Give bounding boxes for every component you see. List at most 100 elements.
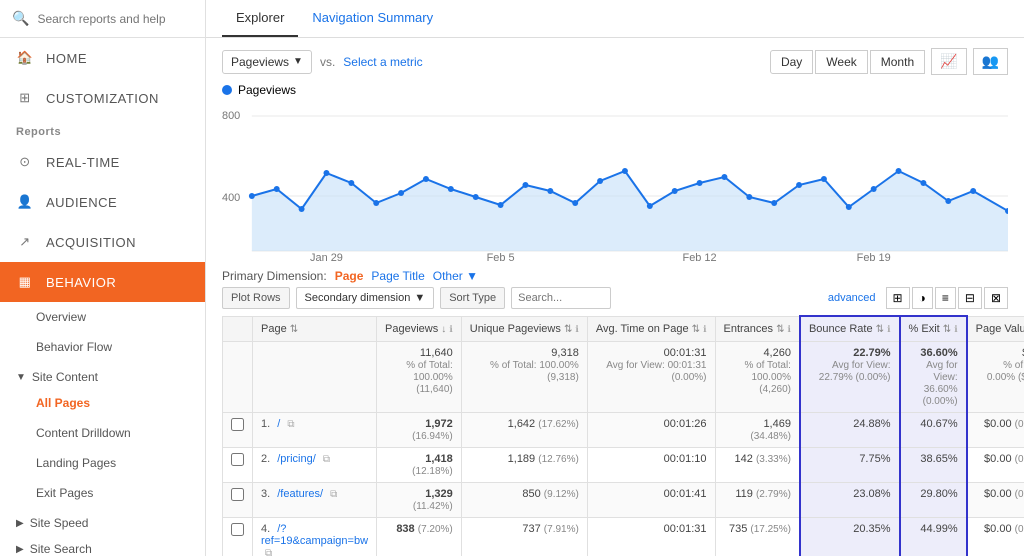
sitespeed-label: Site Speed — [30, 516, 89, 530]
sidebar-sub-sitecontent[interactable]: ▼ Site Content — [0, 362, 205, 388]
sidebar-sub-allpages[interactable]: All Pages — [0, 388, 205, 418]
totals-entrances: 4,260 — [763, 347, 791, 359]
dim-page[interactable]: Page — [335, 269, 364, 283]
th-checkbox — [223, 316, 253, 342]
select-metric-link[interactable]: Select a metric — [343, 55, 422, 69]
legend-dot — [222, 85, 232, 95]
sidebar-sub-behaviorflow[interactable]: Behavior Flow — [0, 332, 205, 362]
pie-view-btn[interactable]: ◑ — [912, 287, 933, 309]
svg-text:Feb 5: Feb 5 — [487, 252, 515, 261]
content-area: Pageviews ▼ vs. Select a metric Day Week… — [206, 38, 1024, 556]
page-link[interactable]: /?ref=19&campaign=bw — [261, 523, 368, 547]
th-page[interactable]: Page ⇅ — [253, 316, 377, 342]
info-icon: ℹ — [788, 324, 791, 334]
copy-icon[interactable]: ⧉ — [287, 419, 294, 430]
tab-explorer[interactable]: Explorer — [222, 0, 298, 37]
sidebar-item-realtime[interactable]: ⊙ REAL-TIME — [0, 142, 205, 182]
sidebar-sub-landingpages[interactable]: Landing Pages — [0, 448, 205, 478]
row-checkbox[interactable] — [231, 523, 244, 536]
copy-icon[interactable]: ⧉ — [330, 489, 337, 500]
th-pageviews[interactable]: Pageviews ↓ ℹ — [377, 316, 462, 342]
page-link[interactable]: / — [277, 418, 280, 430]
row-checkbox[interactable] — [231, 488, 244, 501]
sidebar-item-behavior[interactable]: ▦ BEHAVIOR — [0, 262, 205, 302]
list-view-btn[interactable]: ≡ — [935, 287, 956, 309]
row-bouncerate: 23.08% — [800, 483, 900, 518]
page-link[interactable]: /pricing/ — [277, 453, 316, 465]
sidebar-item-label: BEHAVIOR — [46, 275, 116, 290]
plot-rows-btn[interactable]: Plot Rows — [222, 287, 290, 309]
chart-controls: Pageviews ▼ vs. Select a metric Day Week… — [222, 48, 1008, 75]
copy-icon[interactable]: ⧉ — [265, 548, 272, 556]
line-chart-icon-btn[interactable]: 📈 — [931, 48, 966, 75]
svg-text:Feb 12: Feb 12 — [683, 252, 717, 261]
totals-pagevalue-sub: % of Total: 0.00% ($0.00) — [987, 360, 1024, 383]
dim-pagetitle[interactable]: Page Title — [371, 269, 424, 283]
advanced-link[interactable]: advanced — [828, 292, 876, 304]
search-bar[interactable]: 🔍 — [0, 0, 205, 38]
th-avgtime[interactable]: Avg. Time on Page ⇅ ℹ — [587, 316, 715, 342]
row-checkbox[interactable] — [231, 418, 244, 431]
copy-icon[interactable]: ⧉ — [323, 454, 330, 465]
totals-pageviews-sub: % of Total: 100.00% (11,640) — [406, 360, 453, 395]
sidebar-item-home[interactable]: 🏠 HOME — [0, 38, 205, 78]
period-btn-week[interactable]: Week — [815, 50, 867, 74]
caret-icon: ▼ — [16, 372, 26, 383]
secondary-dim-btn[interactable]: Secondary dimension ▼ — [296, 287, 435, 309]
row-num: 1. — [261, 418, 270, 430]
row-pageviews: 1,972 (16.94%) — [377, 413, 462, 448]
audience-icon: 👤 — [16, 194, 34, 210]
row-exit: 38.65% — [900, 448, 967, 483]
sidebar-sub-contentdrilldown[interactable]: Content Drilldown — [0, 418, 205, 448]
page-link[interactable]: /features/ — [277, 488, 323, 500]
sort-type-btn[interactable]: Sort Type — [440, 287, 505, 309]
info-icon: ℹ — [954, 324, 957, 334]
totals-exit-sub: Avg for View: 36.60% (0.00%) — [923, 360, 958, 407]
row-pageviews: 1,418 (12.18%) — [377, 448, 462, 483]
search-input[interactable] — [37, 12, 193, 26]
caret-icon: ▶ — [16, 544, 24, 555]
sidebar-sub-exitpages[interactable]: Exit Pages — [0, 478, 205, 508]
sidebar-sub-sitesearch[interactable]: ▶ Site Search — [0, 534, 205, 560]
sidebar-item-label: ACQUISITION — [46, 235, 136, 250]
sort-icon: ⇅ — [692, 324, 700, 335]
sidebar-sub-sitespeed[interactable]: ▶ Site Speed — [0, 508, 205, 534]
row-page-cell: 1. / ⧉ — [253, 413, 377, 448]
row-entrances: 735 (17.25%) — [715, 518, 800, 557]
table-search-input[interactable] — [511, 287, 611, 309]
th-entrances[interactable]: Entrances ⇅ ℹ — [715, 316, 800, 342]
sidebar-item-audience[interactable]: 👤 AUDIENCE — [0, 182, 205, 222]
info-icon: ℹ — [449, 324, 452, 334]
compare-view-btn[interactable]: ⊟ — [958, 287, 982, 309]
table-row: 2. /pricing/ ⧉ 1,418 (12.18%) 1,189 (12.… — [223, 448, 1024, 483]
table-row: 4. /?ref=19&campaign=bw ⧉ 838 (7.20%) 73… — [223, 518, 1024, 557]
sidebar-item-acquisition[interactable]: ↗ ACQUISITION — [0, 222, 205, 262]
pivot-view-btn[interactable]: ⊠ — [984, 287, 1008, 309]
totals-entrances-sub: % of Total: 100.00% (4,260) — [744, 360, 791, 395]
sidebar-sub-overview[interactable]: Overview — [0, 302, 205, 332]
th-exit[interactable]: % Exit ⇅ ℹ — [900, 316, 967, 342]
caret-icon: ▶ — [16, 518, 24, 529]
table-header-row: Page ⇅ Pageviews ↓ ℹ Unique Pageviews ⇅ … — [223, 316, 1024, 342]
row-pagevalue: $0.00 (0.00%) — [967, 518, 1024, 557]
sort-icon: ⇅ — [564, 324, 572, 335]
sidebar-item-label: CUSTOMIZATION — [46, 91, 159, 106]
tabs-bar: Explorer Navigation Summary — [206, 0, 1024, 38]
sidebar-item-customization[interactable]: ⊞ CUSTOMIZATION — [0, 78, 205, 118]
tab-navigation-summary[interactable]: Navigation Summary — [298, 0, 447, 37]
th-pagevalue[interactable]: Page Value ⇅ ℹ — [967, 316, 1024, 342]
period-btn-day[interactable]: Day — [770, 50, 813, 74]
dropdown-caret: ▼ — [293, 56, 303, 67]
people-icon-btn[interactable]: 👥 — [973, 48, 1008, 75]
metric-label: Pageviews — [231, 55, 289, 69]
th-unique[interactable]: Unique Pageviews ⇅ ℹ — [461, 316, 587, 342]
row-checkbox[interactable] — [231, 453, 244, 466]
row-num: 4. — [261, 523, 270, 535]
metric-dropdown[interactable]: Pageviews ▼ — [222, 50, 312, 74]
sort-icon: ⇅ — [290, 324, 298, 335]
table-view-btn[interactable]: ⊞ — [886, 287, 910, 309]
period-btn-month[interactable]: Month — [870, 50, 925, 74]
chart-container: 800 400 — [222, 101, 1008, 261]
th-bouncerate[interactable]: Bounce Rate ⇅ ℹ — [800, 316, 900, 342]
dim-other[interactable]: Other ▼ — [433, 269, 478, 283]
